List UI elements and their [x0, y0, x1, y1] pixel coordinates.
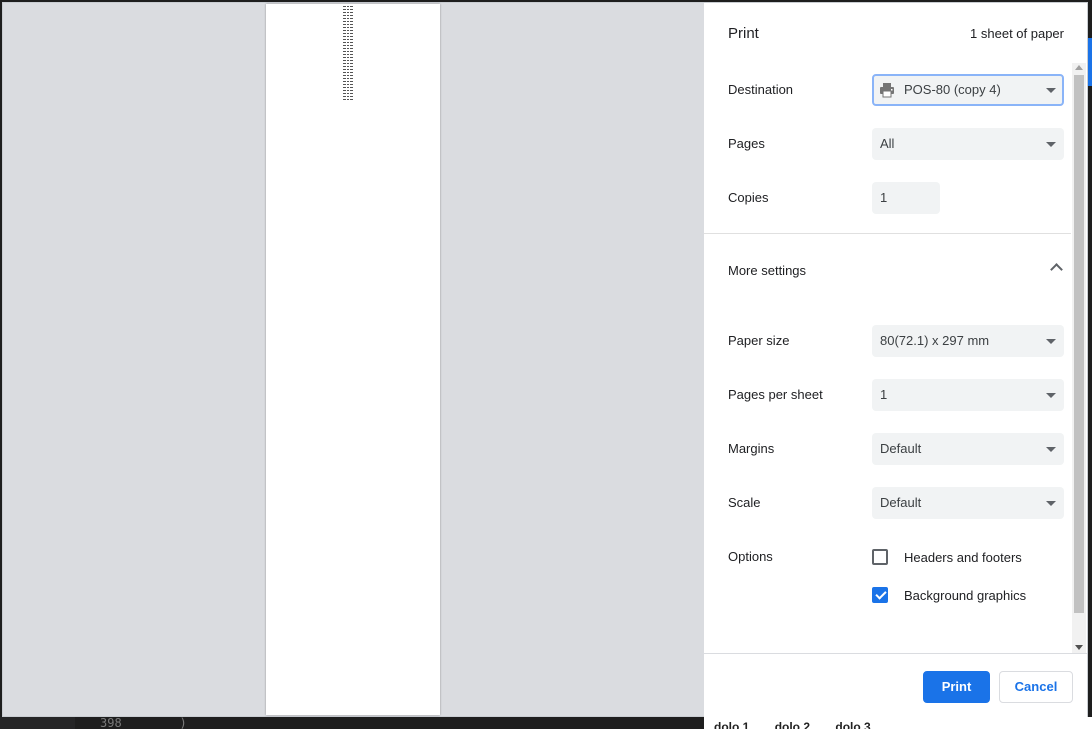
copies-row: Copies 1	[728, 182, 1068, 214]
paper-size-label: Paper size	[728, 333, 790, 348]
chevron-down-icon	[1046, 447, 1056, 452]
pages-value: All	[880, 136, 895, 151]
code-line-number: 398	[100, 717, 122, 729]
dialog-title: Print	[728, 25, 759, 42]
section-divider	[704, 233, 1071, 234]
destination-select[interactable]: POS-80 (copy 4)	[872, 74, 1064, 106]
margins-label: Margins	[728, 441, 775, 456]
settings-scrollbar[interactable]	[1072, 63, 1086, 653]
chevron-down-icon	[1046, 88, 1056, 93]
scale-row: Scale Default	[728, 487, 1068, 519]
background-code-line: 398 )	[75, 717, 704, 729]
preview-page	[266, 4, 440, 715]
more-settings-label: More settings	[728, 263, 807, 278]
preview-page-content	[343, 6, 353, 100]
scroll-up-arrow-icon[interactable]	[1075, 65, 1083, 70]
margins-select[interactable]: Default	[872, 433, 1064, 465]
pages-per-sheet-select[interactable]: 1	[872, 379, 1064, 411]
chevron-down-icon	[1046, 393, 1056, 398]
paper-size-row: Paper size 80(72.1) x 297 mm	[728, 325, 1068, 357]
headers-footers-checkbox[interactable]	[872, 549, 888, 565]
pages-select[interactable]: All	[872, 128, 1064, 160]
margins-row: Margins Default	[728, 433, 1068, 465]
pages-label: Pages	[728, 136, 765, 151]
background-tab[interactable]: dolo 1	[714, 720, 749, 729]
more-settings-toggle[interactable]: More settings	[728, 256, 1068, 286]
options-label: Options	[728, 549, 773, 564]
chevron-down-icon	[1046, 339, 1056, 344]
copies-value: 1	[880, 190, 888, 205]
paper-size-select[interactable]: 80(72.1) x 297 mm	[872, 325, 1064, 357]
scrollbar-thumb[interactable]	[1074, 75, 1084, 613]
print-header: Print 1 sheet of paper	[704, 3, 1087, 63]
headers-footers-label[interactable]: Headers and footers	[904, 550, 1022, 565]
sheet-count: 1 sheet of paper	[970, 26, 1064, 41]
background-graphics-checkbox[interactable]	[872, 587, 888, 603]
settings-scroll-region[interactable]: Destination POS-80 (copy 4) Pages All Co…	[704, 61, 1087, 653]
print-button[interactable]: Print	[923, 671, 990, 703]
pages-per-sheet-row: Pages per sheet 1	[728, 379, 1068, 411]
dialog-footer: Print Cancel	[704, 653, 1087, 717]
cancel-button[interactable]: Cancel	[999, 671, 1073, 703]
background-gutter	[0, 717, 75, 729]
scroll-down-arrow-icon[interactable]	[1075, 645, 1083, 650]
print-preview-area	[3, 3, 704, 716]
code-fragment: )	[179, 717, 187, 729]
background-graphics-label[interactable]: Background graphics	[904, 588, 1026, 603]
copies-label: Copies	[728, 190, 769, 205]
chevron-up-icon	[1050, 263, 1063, 276]
destination-value: POS-80 (copy 4)	[904, 82, 1001, 97]
printer-icon	[880, 83, 894, 98]
background-tab-strip: dolo 1 dolo 2 dolo 3	[704, 717, 1092, 729]
destination-row: Destination POS-80 (copy 4)	[728, 74, 1068, 106]
destination-label: Destination	[728, 82, 794, 97]
options-row: Options Headers and footers Background g…	[728, 541, 1068, 621]
pages-per-sheet-label: Pages per sheet	[728, 387, 823, 402]
print-settings-panel: Print 1 sheet of paper Destination POS-8…	[704, 3, 1087, 717]
background-tab[interactable]: dolo 2	[775, 720, 810, 729]
scale-value: Default	[880, 495, 922, 510]
pages-row: Pages All	[728, 128, 1068, 160]
chevron-down-icon	[1046, 142, 1056, 147]
copies-input[interactable]: 1	[872, 182, 940, 214]
print-dialog: Print 1 sheet of paper Destination POS-8…	[2, 2, 1088, 717]
background-tab[interactable]: dolo 3	[835, 720, 870, 729]
scale-select[interactable]: Default	[872, 487, 1064, 519]
paper-size-value: 80(72.1) x 297 mm	[880, 333, 990, 348]
margins-value: Default	[880, 441, 922, 456]
scale-label: Scale	[728, 495, 761, 510]
chevron-down-icon	[1046, 501, 1056, 506]
pages-per-sheet-value: 1	[880, 387, 888, 402]
